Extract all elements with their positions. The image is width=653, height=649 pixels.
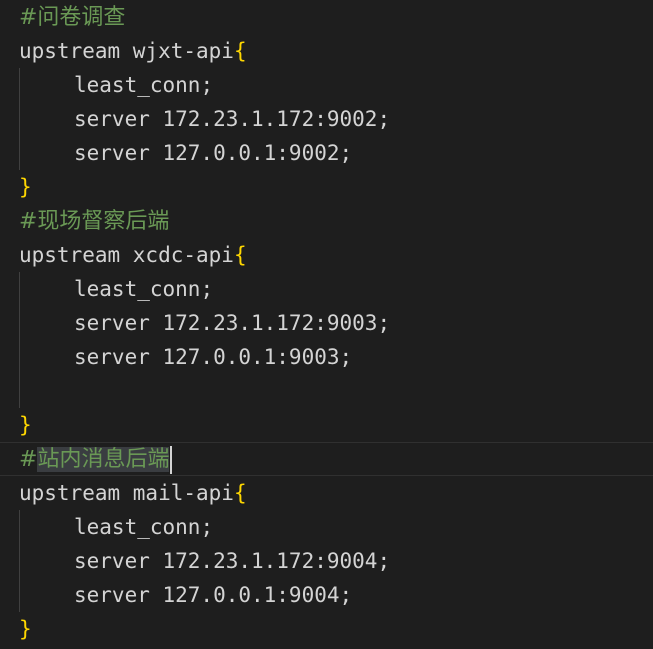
- code-line-18[interactable]: server 127.0.0.1:9004;: [0, 578, 653, 612]
- text-cursor: [170, 446, 173, 474]
- code-line-16[interactable]: least_conn;: [0, 510, 653, 544]
- comment-hash: #: [19, 447, 38, 472]
- comment-text: #问卷调查: [19, 5, 126, 30]
- code-editor[interactable]: #问卷调查 upstream wjxt-api{ least_conn; ser…: [0, 0, 653, 649]
- code-line-4[interactable]: server 172.23.1.172:9002;: [0, 102, 653, 136]
- comment-text-highlighted: 站内消息后端: [37, 447, 170, 472]
- statement-text: least_conn: [74, 277, 201, 301]
- indent-guide: [19, 306, 20, 340]
- close-brace: }: [19, 413, 32, 437]
- statement-text: server 172.23.1.172:9002: [74, 107, 378, 131]
- code-line-9[interactable]: least_conn;: [0, 272, 653, 306]
- indent-guide: [19, 68, 20, 102]
- statement-text: server 172.23.1.172:9004: [74, 549, 378, 573]
- semicolon: ;: [200, 73, 214, 97]
- code-line-15[interactable]: upstream mail-api{: [0, 476, 653, 510]
- indent-guide: [19, 102, 20, 136]
- open-brace: {: [233, 243, 247, 267]
- code-line-13[interactable]: }: [0, 408, 653, 442]
- indent-guide: [19, 578, 20, 612]
- indent-guide: [19, 272, 20, 306]
- code-line-5[interactable]: server 127.0.0.1:9002;: [0, 136, 653, 170]
- semicolon: ;: [339, 345, 353, 369]
- semicolon: ;: [200, 277, 214, 301]
- code-line-3[interactable]: least_conn;: [0, 68, 653, 102]
- statement-text: least_conn: [74, 515, 201, 539]
- code-line-6[interactable]: }: [0, 170, 653, 204]
- upstream-declaration: upstream mail-api: [19, 481, 234, 505]
- indent-guide: [19, 374, 20, 408]
- code-line-12[interactable]: [0, 374, 653, 408]
- statement-text: server 127.0.0.1:9002: [74, 141, 340, 165]
- code-line-10[interactable]: server 172.23.1.172:9003;: [0, 306, 653, 340]
- code-line-11[interactable]: server 127.0.0.1:9003;: [0, 340, 653, 374]
- code-line-1[interactable]: #问卷调查: [0, 0, 653, 34]
- open-brace: {: [233, 481, 247, 505]
- statement-text: least_conn: [74, 73, 201, 97]
- semicolon: ;: [339, 141, 353, 165]
- close-brace: }: [19, 175, 32, 199]
- semicolon: ;: [377, 311, 391, 335]
- semicolon: ;: [339, 583, 353, 607]
- statement-text: server 127.0.0.1:9004: [74, 583, 340, 607]
- statement-text: server 127.0.0.1:9003: [74, 345, 340, 369]
- semicolon: ;: [200, 515, 214, 539]
- semicolon: ;: [377, 549, 391, 573]
- indent-guide: [19, 340, 20, 374]
- indent-guide: [19, 544, 20, 578]
- statement-text: server 172.23.1.172:9003: [74, 311, 378, 335]
- upstream-declaration: upstream wjxt-api: [19, 39, 234, 63]
- upstream-declaration: upstream xcdc-api: [19, 243, 234, 267]
- indent-guide: [19, 510, 20, 544]
- indent-guide: [19, 136, 20, 170]
- open-brace: {: [233, 39, 247, 63]
- code-line-19[interactable]: }: [0, 612, 653, 646]
- code-line-7[interactable]: #现场督察后端: [0, 204, 653, 238]
- close-brace: }: [19, 617, 32, 641]
- semicolon: ;: [377, 107, 391, 131]
- code-line-17[interactable]: server 172.23.1.172:9004;: [0, 544, 653, 578]
- comment-text: #现场督察后端: [19, 209, 170, 234]
- code-line-8[interactable]: upstream xcdc-api{: [0, 238, 653, 272]
- code-line-2[interactable]: upstream wjxt-api{: [0, 34, 653, 68]
- code-line-14-current[interactable]: #站内消息后端: [0, 442, 653, 476]
